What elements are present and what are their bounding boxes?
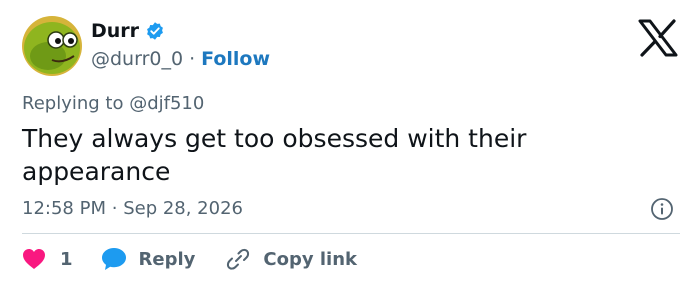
copy-link-label: Copy link xyxy=(263,248,357,270)
link-icon xyxy=(227,248,250,270)
replying-to-mention[interactable]: @djf510 xyxy=(129,93,204,114)
timestamp-separator: · xyxy=(111,198,118,219)
copy-link-button[interactable]: Copy link xyxy=(225,247,357,271)
handle-separator: · xyxy=(189,48,196,70)
info-icon[interactable] xyxy=(650,197,674,221)
tweet-timestamp[interactable]: 12:58 PM · Sep 28, 2026 xyxy=(22,198,243,219)
verified-badge-icon xyxy=(147,22,163,40)
replying-to: Replying to @djf510 xyxy=(22,93,204,114)
author-name[interactable]: Durr xyxy=(91,20,139,42)
tweet-date: Sep 28, 2026 xyxy=(123,198,243,219)
tweet-time: 12:58 PM xyxy=(22,198,106,219)
author-handle[interactable]: @durr0_0 xyxy=(91,48,183,70)
divider xyxy=(22,233,680,234)
avatar-image xyxy=(22,16,82,76)
like-count: 1 xyxy=(60,248,73,270)
like-button[interactable]: 1 xyxy=(22,248,73,270)
speech-bubble-icon xyxy=(101,248,126,270)
follow-button[interactable]: Follow xyxy=(201,48,270,70)
reply-button[interactable]: Reply xyxy=(101,247,196,271)
replying-to-label: Replying to xyxy=(22,93,124,114)
reply-label: Reply xyxy=(138,248,196,270)
avatar[interactable] xyxy=(22,16,82,76)
x-logo-icon[interactable] xyxy=(636,18,680,58)
tweet-text: They always get too obsessed with their … xyxy=(22,124,527,186)
heart-icon xyxy=(23,249,45,269)
action-bar: 1 Reply Copy link xyxy=(22,244,357,274)
